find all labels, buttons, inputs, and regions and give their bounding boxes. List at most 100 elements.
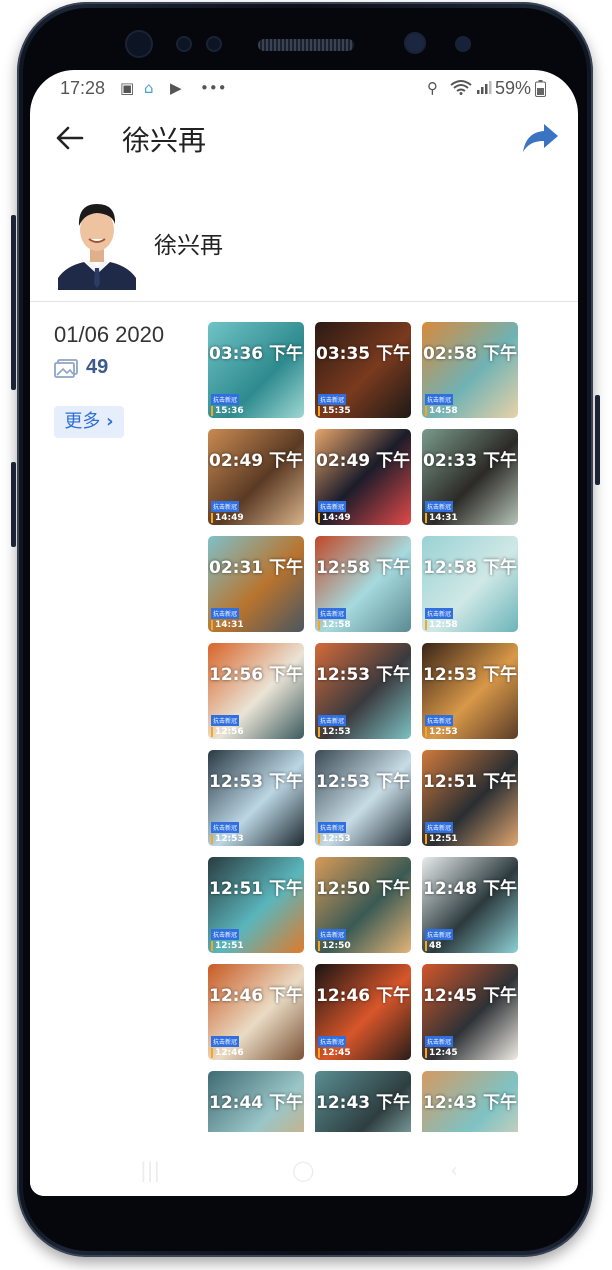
page-title: 徐兴再 — [122, 124, 207, 157]
photo-thumbnail[interactable]: 12:43 下午 — [315, 1071, 411, 1132]
nav-back-icon[interactable]: ‹ — [450, 1158, 458, 1182]
photo-thumbnail[interactable]: 12:58 下午 抗击新冠 12:58 — [315, 536, 411, 632]
photo-timestamp: 12:45 — [318, 1048, 351, 1058]
photo-time-label: 02:31 下午 — [208, 558, 304, 578]
photo-time-label: 12:53 下午 — [208, 772, 304, 792]
photo-time-label: 12:45 下午 — [422, 986, 518, 1006]
photo-thumbnail[interactable]: 03:35 下午 抗击新冠 15:35 — [315, 322, 411, 418]
photo-timestamp: 14:49 — [211, 513, 244, 523]
photo-time-label: 12:46 下午 — [315, 986, 411, 1006]
play-notification-icon: ▶ — [170, 79, 182, 97]
photo-time-label: 02:58 下午 — [422, 344, 518, 364]
sensor — [206, 36, 222, 52]
photo-tag: 抗击新冠 — [211, 822, 240, 833]
photo-timestamp: 15:36 — [211, 406, 244, 416]
photo-tag: 抗击新冠 — [211, 1036, 240, 1047]
volume-button — [11, 215, 16, 390]
photo-timestamp: 14:58 — [425, 406, 458, 416]
photo-thumbnail[interactable]: 12:51 下午 抗击新冠 12:51 — [422, 750, 518, 846]
photo-thumbnail[interactable]: 12:53 下午抗击新冠 12:53 — [315, 643, 411, 739]
photo-thumbnail[interactable]: 02:31 下午抗击新冠 14:31 — [208, 536, 304, 632]
photo-count: 49 — [86, 356, 109, 378]
photo-tag: 抗击新冠 — [425, 929, 454, 940]
signal-icon — [476, 79, 492, 99]
photo-time-label: 02:49 下午 — [315, 451, 411, 471]
photo-thumbnail[interactable]: 12:43 下午 — [422, 1071, 518, 1132]
photo-time-label: 12:43 下午 — [422, 1093, 518, 1113]
sensor — [176, 36, 192, 52]
photo-thumbnail[interactable]: 12:53 下午 抗击新冠 12:53 — [422, 643, 518, 739]
photo-time-label: 12:58 下午 — [422, 558, 518, 578]
photo-tag: 抗击新冠 — [318, 501, 347, 512]
battery-icon — [535, 80, 546, 101]
photo-tag: 抗击新冠 — [211, 608, 240, 619]
home-icon[interactable]: ◯ — [292, 1158, 314, 1182]
photo-timestamp: 12:53 — [211, 834, 244, 844]
recent-apps-icon[interactable]: ||| — [140, 1158, 160, 1182]
photo-thumbnail[interactable]: 12:56 下午 抗击新冠 12:56 — [208, 643, 304, 739]
photo-tag: 抗击新冠 — [318, 715, 347, 726]
photo-tag: 抗击新冠 — [318, 394, 347, 405]
profile-card[interactable]: 徐兴再 — [30, 188, 578, 300]
photo-tag: 抗击新冠 — [211, 501, 240, 512]
photo-timestamp: 12:56 — [211, 727, 244, 737]
photo-thumbnail[interactable]: 12:46 下午 抗击新冠 12:45 — [315, 964, 411, 1060]
earpiece-speaker — [258, 39, 354, 51]
photo-thumbnail[interactable]: 12:58 下午 抗击新冠 12:58 — [422, 536, 518, 632]
photo-tag: 抗击新冠 — [211, 715, 240, 726]
photo-thumbnail[interactable]: 02:58 下午 抗击新冠 14:58 — [422, 322, 518, 418]
photo-tag: 抗击新冠 — [425, 608, 454, 619]
photo-thumbnail[interactable]: 12:45 下午 抗击新冠 12:45 — [422, 964, 518, 1060]
photo-tag: 抗击新冠 — [318, 929, 347, 940]
photo-time-label: 12:50 下午 — [315, 879, 411, 899]
photo-timestamp: 12:51 — [425, 834, 458, 844]
photo-time-label: 03:35 下午 — [315, 344, 411, 364]
iris-camera — [455, 36, 471, 52]
front-camera — [404, 32, 426, 54]
photo-thumbnail[interactable]: 12:46 下午抗击新冠 12:46 — [208, 964, 304, 1060]
profile-name: 徐兴再 — [154, 233, 223, 259]
avatar — [58, 194, 136, 290]
photo-time-label: 12:46 下午 — [208, 986, 304, 1006]
photo-timestamp: 12:53 — [318, 727, 351, 737]
photo-thumbnail[interactable]: 12:53 下午 抗击新冠 12:53 — [315, 750, 411, 846]
photo-timestamp: 12:53 — [425, 727, 458, 737]
photo-time-label: 12:48 下午 — [422, 879, 518, 899]
photo-thumbnail[interactable]: 02:49 下午 抗击新冠 14:49 — [315, 429, 411, 525]
chevron-right-icon: › — [106, 411, 114, 432]
photo-thumbnail[interactable]: 12:51 下午 抗击新冠 12:51 — [208, 857, 304, 953]
photo-timestamp: 12:45 — [425, 1048, 458, 1058]
photo-timestamp: 48 — [425, 941, 442, 951]
photo-time-label: 12:53 下午 — [315, 772, 411, 792]
photo-tag: 抗击新冠 — [211, 394, 240, 405]
iris-sensor — [125, 30, 153, 58]
photo-time-label: 12:51 下午 — [422, 772, 518, 792]
app-bar: 徐兴再 — [30, 106, 578, 172]
photo-thumbnail[interactable]: 02:33 下午 抗击新冠 14:31 — [422, 429, 518, 525]
photo-time-label: 12:53 下午 — [315, 665, 411, 685]
wifi-icon — [450, 79, 472, 99]
photo-thumbnail[interactable]: 02:49 下午 抗击新冠 14:49 — [208, 429, 304, 525]
photo-thumbnail[interactable]: 12:48 下午抗击新冠 48 — [422, 857, 518, 953]
status-time: 17:28 — [60, 78, 106, 98]
gallery-icon — [54, 359, 78, 379]
photo-thumbnail[interactable]: 12:50 下午 抗击新冠 12:50 — [315, 857, 411, 953]
more-notifications-icon: ••• — [200, 79, 227, 97]
location-icon: ⚲ — [427, 79, 438, 97]
photo-time-label: 12:44 下午 — [208, 1093, 304, 1113]
photo-thumbnail[interactable]: 03:36 下午 抗击新冠 15:36 — [208, 322, 304, 418]
photo-thumbnail[interactable]: 12:44 下午 — [208, 1071, 304, 1132]
photo-thumbnail[interactable]: 12:53 下午抗击新冠 12:53 — [208, 750, 304, 846]
photo-timestamp: 12:58 — [318, 620, 351, 630]
photo-time-label: 02:33 下午 — [422, 451, 518, 471]
photo-time-label: 12:58 下午 — [315, 558, 411, 578]
photo-tag: 抗击新冠 — [425, 715, 454, 726]
album-date: 01/06 2020 — [54, 322, 165, 347]
app-notification-icon: ⌂ — [144, 79, 154, 97]
photo-timestamp: 12:46 — [211, 1048, 244, 1058]
share-icon[interactable] — [520, 120, 560, 156]
photo-timestamp: 14:31 — [211, 620, 244, 630]
back-arrow-icon[interactable] — [52, 120, 88, 156]
image-notification-icon: ▣ — [120, 79, 135, 97]
more-button[interactable]: 更多 › — [54, 406, 124, 438]
